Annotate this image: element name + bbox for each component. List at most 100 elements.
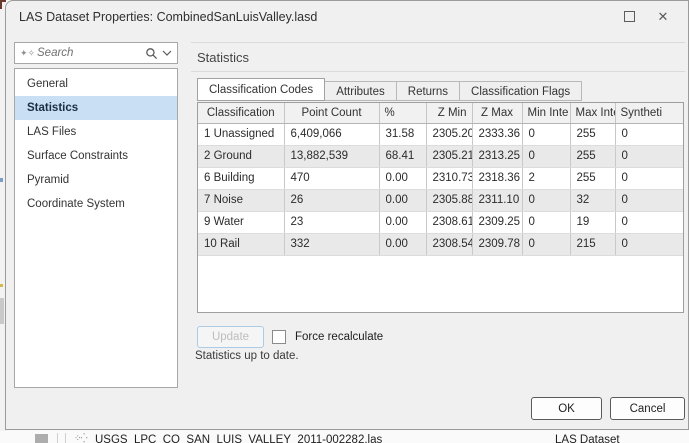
maximize-icon: [623, 11, 635, 22]
dialog-title: LAS Dataset Properties: CombinedSanLuisV…: [19, 9, 318, 24]
column-header--[interactable]: %: [379, 103, 427, 124]
table-cell: 68.41: [379, 145, 427, 168]
selection-square-icon: [35, 434, 48, 443]
table-row[interactable]: 9 Water 23 0.00 2308.61 2309.25 0 19 0: [198, 211, 683, 234]
chevron-down-icon[interactable]: [162, 50, 172, 56]
tab-returns[interactable]: Returns: [396, 81, 461, 101]
filter-sparkle-icon: ✦✧: [20, 47, 36, 58]
table-cell: 2313.25: [472, 145, 523, 168]
table-cell: 0: [615, 233, 683, 256]
table-cell: 255: [570, 167, 616, 190]
table-cell: 2308.54: [426, 233, 473, 256]
table-cell: 7 Noise: [198, 189, 285, 212]
table-cell: 32: [570, 189, 616, 212]
dialog-titlebar[interactable]: LAS Dataset Properties: CombinedSanLuisV…: [6, 1, 688, 32]
table-cell: 2309.25: [472, 211, 523, 234]
table-cell: 0: [615, 123, 683, 146]
table-cell: 2310.73: [426, 167, 473, 190]
table-cell: 0.00: [379, 233, 427, 256]
sidebar-item-pyramid[interactable]: Pyramid: [15, 168, 177, 192]
table-cell: 0: [615, 189, 683, 212]
table-cell: 2309.78: [472, 233, 523, 256]
background-corner-mark: [0, 0, 2, 9]
background-speck: [0, 284, 3, 287]
column-header-max-inte[interactable]: Max Inte: [570, 103, 616, 124]
table-cell: 2311.10: [472, 189, 523, 212]
classification-codes-table: Classification Point Count% Z Min Z Max Min …: [197, 102, 684, 313]
table-cell: 2318.36: [472, 167, 523, 190]
table-cell: 0.00: [379, 211, 427, 234]
cancel-button[interactable]: Cancel: [610, 397, 685, 420]
sidebar-item-las-files[interactable]: LAS Files: [15, 120, 177, 144]
table-cell: 6,409,066: [284, 123, 380, 146]
table-cell: 19: [570, 211, 616, 234]
table-cell: 2: [522, 167, 571, 190]
table-cell: 332: [284, 233, 380, 256]
update-button[interactable]: Update: [197, 326, 264, 348]
search-placeholder: Search: [37, 47, 74, 59]
table-cell: 2308.61: [426, 211, 473, 234]
heading-divider: [191, 71, 685, 72]
column-header-z-max[interactable]: Z Max: [472, 103, 523, 124]
sidebar-item-statistics[interactable]: Statistics: [15, 96, 177, 120]
content-top-divider: [191, 42, 685, 43]
table-cell: 31.58: [379, 123, 427, 146]
table-cell: 6 Building: [198, 167, 285, 190]
sidebar-item-surface-constraints[interactable]: Surface Constraints: [15, 144, 177, 168]
las-dataset-properties-dialog: LAS Dataset Properties: CombinedSanLuisV…: [5, 0, 689, 430]
table-cell: 0: [615, 211, 683, 234]
tab-attributes[interactable]: Attributes: [325, 81, 397, 101]
las-file-type: LAS Dataset: [555, 434, 620, 443]
search-icon: [145, 47, 158, 60]
table-cell: 255: [570, 145, 616, 168]
page-title: Statistics: [197, 50, 250, 65]
las-file-row[interactable]: ⁘⁛ USGS_LPC_CO_SAN_LUIS_VALLEY_2011-0022…: [0, 433, 689, 443]
table-cell: 2305.88: [426, 189, 473, 212]
table-cell: 0: [522, 189, 571, 212]
background-scrollbar-fragment: [0, 298, 4, 324]
table-row[interactable]: 7 Noise 26 0.00 2305.88 2311.10 0 32 0: [198, 189, 683, 212]
column-header-syntheti[interactable]: Syntheti: [615, 103, 683, 124]
tab-classification-codes[interactable]: Classification Codes: [197, 78, 326, 101]
table-cell: 0: [615, 167, 683, 190]
table-cell: 215: [570, 233, 616, 256]
table-row[interactable]: 10 Rail 332 0.00 2308.54 2309.78 0 215 0: [198, 233, 683, 256]
table-cell: 26: [284, 189, 380, 212]
table-cell: 0.00: [379, 189, 427, 212]
column-header-min-inte[interactable]: Min Inte: [522, 103, 571, 124]
table-cell: 2 Ground: [198, 145, 285, 168]
tree-guide-line: [57, 433, 58, 443]
column-header-point-count[interactable]: Point Count: [284, 103, 380, 124]
table-cell: 0: [522, 211, 571, 234]
background-catalog-row[interactable]: ⁘⁛ USGS_LPC_CO_SAN_LUIS_VALLEY_2011-0022…: [0, 431, 689, 443]
sidebar-item-coordinate-system[interactable]: Coordinate System: [15, 192, 177, 216]
table-cell: 1 Unassigned: [198, 123, 285, 146]
table-cell: 10 Rail: [198, 233, 285, 256]
table-cell: 0: [522, 145, 571, 168]
tab-classification-flags[interactable]: Classification Flags: [460, 81, 583, 101]
close-button[interactable]: ✕: [646, 5, 680, 29]
table-cell: 2333.36: [472, 123, 523, 146]
table-cell: 2305.20: [426, 123, 473, 146]
sidebar-item-general[interactable]: General: [15, 72, 177, 96]
force-recalculate-checkbox[interactable]: [272, 330, 286, 344]
las-file-icon: ⁘⁛: [74, 433, 88, 443]
ok-button[interactable]: OK: [531, 397, 602, 420]
statistics-status-text: Statistics up to date.: [195, 350, 299, 362]
table-cell: 255: [570, 123, 616, 146]
table-row[interactable]: 1 Unassigned 6,409,066 31.58 2305.20 2333.36…: [198, 123, 683, 146]
las-file-name: USGS_LPC_CO_SAN_LUIS_VALLEY_2011-002282.…: [95, 434, 383, 443]
table-row[interactable]: 6 Building 470 0.00 2310.73 2318.36 2 255 0: [198, 167, 683, 190]
table-cell: 9 Water: [198, 211, 285, 234]
table-row[interactable]: 2 Ground 13,882,539 68.41 2305.21 2313.25 0 25…: [198, 145, 683, 168]
column-header-z-min[interactable]: Z Min: [426, 103, 473, 124]
background-speck: [0, 178, 3, 182]
force-recalculate-label: Force recalculate: [295, 331, 384, 343]
table-cell: 2305.21: [426, 145, 473, 168]
table-cell: 0: [615, 145, 683, 168]
maximize-button[interactable]: [612, 5, 646, 29]
close-icon: ✕: [657, 9, 669, 24]
table-cell: 0.00: [379, 167, 427, 190]
column-header-classification[interactable]: Classification: [198, 103, 285, 124]
sidebar-search-box[interactable]: ✦✧ Search: [14, 42, 178, 64]
